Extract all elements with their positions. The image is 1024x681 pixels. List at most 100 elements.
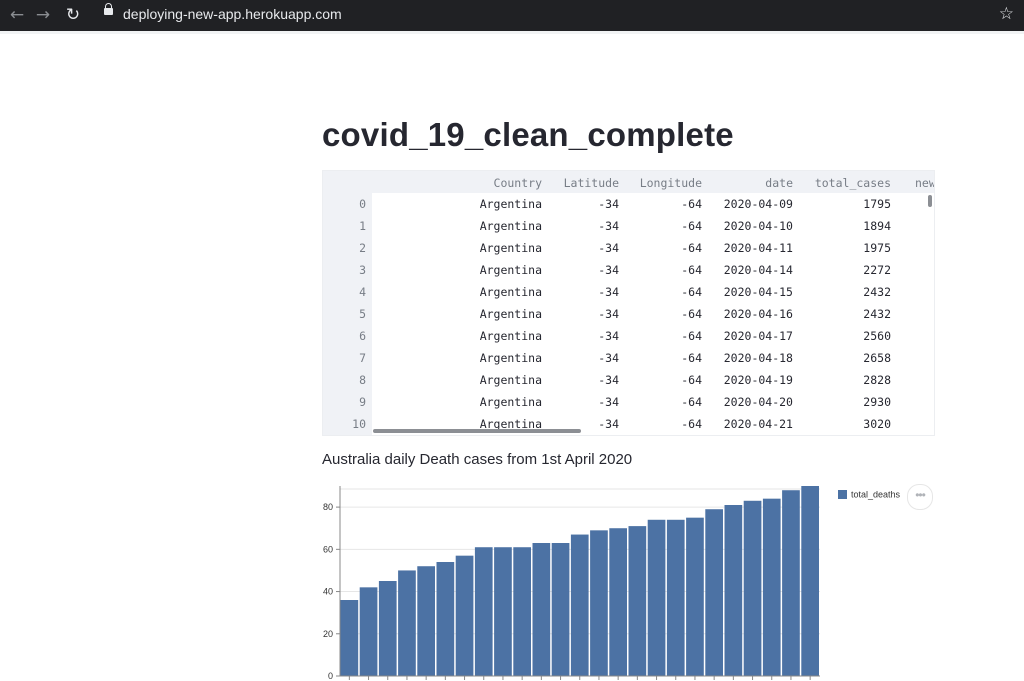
cell-date: 2020-04-15 — [723, 285, 793, 299]
bar — [628, 526, 647, 676]
bookmark-star-icon[interactable]: ☆ — [999, 4, 1014, 24]
column-header-new[interactable]: new — [915, 176, 934, 190]
table-row[interactable]: 1 Argentina -34 -64 2020-04-10 1894 — [323, 215, 934, 237]
cell-longitude: -64 — [681, 285, 702, 299]
column-header-longitude[interactable]: Longitude — [640, 176, 702, 190]
cell-date: 2020-04-17 — [723, 329, 793, 343]
deaths-bar-chart: 0 20 40 60 80 total_deaths — [322, 483, 922, 681]
table-header: Country Latitude Longitude date total_ca… — [372, 171, 934, 193]
table-row[interactable]: 4 Argentina -34 -64 2020-04-15 2432 — [323, 281, 934, 303]
more-options-icon[interactable]: ••• — [907, 484, 933, 510]
cell-country: Argentina — [479, 351, 542, 365]
row-index: 0 — [359, 197, 366, 211]
cell-total-cases: 3020 — [863, 417, 891, 431]
cell-longitude: -64 — [681, 307, 702, 321]
chart-caption: Australia daily Death cases from 1st Apr… — [322, 451, 633, 468]
column-header-date[interactable]: date — [765, 176, 793, 190]
cell-longitude: -64 — [681, 197, 702, 211]
table-row[interactable]: 3 Argentina -34 -64 2020-04-14 2272 — [323, 259, 934, 281]
cell-latitude: -34 — [598, 417, 619, 431]
legend-label: total_deaths — [851, 490, 901, 500]
bar — [436, 562, 455, 676]
cell-country: Argentina — [479, 263, 542, 277]
row-index: 7 — [359, 351, 366, 365]
cell-latitude: -34 — [598, 395, 619, 409]
row-index: 10 — [352, 417, 366, 431]
bar — [570, 534, 589, 676]
table-row[interactable]: 2 Argentina -34 -64 2020-04-11 1975 — [323, 237, 934, 259]
bar — [666, 519, 685, 676]
cell-longitude: -64 — [681, 329, 702, 343]
table-row[interactable]: 9 Argentina -34 -64 2020-04-20 2930 — [323, 391, 934, 413]
reload-icon[interactable]: ↻ — [62, 4, 84, 26]
bar — [782, 490, 800, 676]
bar — [398, 570, 416, 676]
cell-latitude: -34 — [598, 197, 619, 211]
row-index: 1 — [359, 219, 366, 233]
row-index: 5 — [359, 307, 366, 321]
y-tick-label: 60 — [323, 544, 333, 554]
cell-date: 2020-04-19 — [723, 373, 793, 387]
column-header-country[interactable]: Country — [494, 176, 542, 190]
horizontal-scrollbar[interactable] — [373, 429, 581, 433]
cell-longitude: -64 — [681, 351, 702, 365]
cell-latitude: -34 — [598, 285, 619, 299]
row-index: 2 — [359, 241, 366, 255]
cell-total-cases: 2828 — [863, 373, 891, 387]
table-row[interactable]: 6 Argentina -34 -64 2020-04-17 2560 — [323, 325, 934, 347]
bar — [532, 543, 551, 676]
cell-longitude: -64 — [681, 263, 702, 277]
dataframe-table[interactable]: Country Latitude Longitude date total_ca… — [322, 170, 935, 436]
back-arrow-icon[interactable]: ← — [6, 4, 28, 26]
cell-latitude: -34 — [598, 373, 619, 387]
cell-country: Argentina — [479, 241, 542, 255]
address-bar[interactable]: deploying-new-app.herokuapp.com — [123, 6, 342, 22]
cell-country: Argentina — [479, 307, 542, 321]
table-row[interactable]: 8 Argentina -34 -64 2020-04-19 2828 — [323, 369, 934, 391]
bar — [474, 547, 493, 676]
cell-total-cases: 1795 — [863, 197, 891, 211]
table-row[interactable]: 7 Argentina -34 -64 2020-04-18 2658 — [323, 347, 934, 369]
cell-total-cases: 2272 — [863, 263, 891, 277]
cell-longitude: -64 — [681, 373, 702, 387]
column-header-total-cases[interactable]: total_cases — [815, 176, 891, 190]
page-title: covid_19_clean_complete — [322, 116, 734, 153]
bar — [551, 543, 570, 676]
bar — [647, 519, 666, 676]
y-tick-label: 80 — [323, 502, 333, 512]
table-row[interactable]: 5 Argentina -34 -64 2020-04-16 2432 — [323, 303, 934, 325]
cell-longitude: -64 — [681, 395, 702, 409]
column-header-latitude[interactable]: Latitude — [564, 176, 619, 190]
row-index: 8 — [359, 373, 366, 387]
row-index: 9 — [359, 395, 366, 409]
bar — [340, 600, 359, 676]
toolbar-divider — [0, 31, 1024, 34]
cell-latitude: -34 — [598, 329, 619, 343]
bar — [378, 581, 397, 676]
cell-country: Argentina — [479, 373, 542, 387]
y-tick-label: 40 — [323, 587, 333, 597]
forward-arrow-icon[interactable]: → — [32, 4, 54, 26]
lock-icon — [104, 3, 113, 15]
cell-total-cases: 2658 — [863, 351, 891, 365]
bar — [455, 555, 474, 676]
y-tick-label: 20 — [323, 629, 333, 639]
browser-toolbar: ← → ↻ deploying-new-app.herokuapp.com ☆ — [0, 0, 1024, 31]
bar — [705, 509, 723, 676]
cell-date: 2020-04-21 — [723, 417, 793, 431]
cell-latitude: -34 — [598, 307, 619, 321]
cell-total-cases: 2432 — [863, 285, 891, 299]
cell-latitude: -34 — [598, 263, 619, 277]
cell-country: Argentina — [479, 285, 542, 299]
cell-date: 2020-04-09 — [723, 197, 793, 211]
table-row[interactable]: 0 Argentina -34 -64 2020-04-09 1795 — [323, 193, 934, 215]
vertical-scrollbar[interactable] — [928, 195, 932, 207]
row-index: 6 — [359, 329, 366, 343]
bar — [417, 566, 435, 676]
cell-longitude: -64 — [681, 417, 702, 431]
cell-longitude: -64 — [681, 219, 702, 233]
cell-date: 2020-04-14 — [723, 263, 793, 277]
cell-date: 2020-04-18 — [723, 351, 793, 365]
cell-latitude: -34 — [598, 241, 619, 255]
bar — [762, 498, 781, 676]
